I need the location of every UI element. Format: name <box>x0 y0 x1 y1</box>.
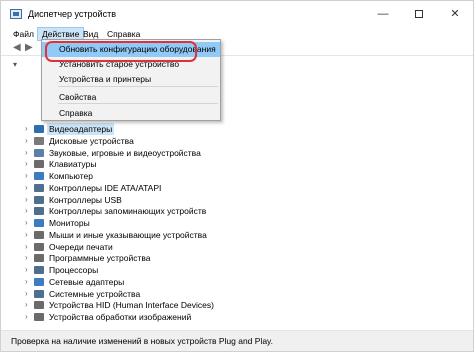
mouse-icon <box>34 230 44 239</box>
tree-item-label: Процессоры <box>49 265 99 275</box>
keyboard-icon <box>34 160 44 169</box>
menu-item-devices-and-printers[interactable]: Устройства и принтеры <box>42 72 220 87</box>
tree-item-label: Очереди печати <box>49 241 113 252</box>
monitor-icon <box>34 219 44 227</box>
tree-item-label: Программные устройства <box>49 253 151 264</box>
software-device-icon <box>34 254 44 263</box>
tree-item-label: Контроллеры запоминающих устройств <box>49 206 207 217</box>
menu-file[interactable]: Файл <box>9 27 38 41</box>
device-manager-icon <box>10 9 22 19</box>
tree-item-label: Дисковые устройства <box>49 135 134 146</box>
expand-chevron-icon[interactable]: › <box>25 194 28 206</box>
forward-arrow-icon[interactable]: ▶ <box>25 43 33 53</box>
expand-chevron-icon[interactable]: › <box>25 182 28 194</box>
status-bar: Проверка на наличие изменений в новых ус… <box>1 330 473 351</box>
expand-chevron-icon[interactable]: › <box>25 135 28 147</box>
tree-item-label: Мыши и иные указывающие устройства <box>49 229 207 240</box>
storage-controller-icon <box>34 207 44 216</box>
device-manager-window: Диспетчер устройств — ✕ Файл Действие Ви… <box>0 0 474 352</box>
speaker-icon <box>34 148 44 157</box>
tree-item-label: Звуковые, игровые и видеоустройства <box>49 147 201 158</box>
processor-icon <box>34 266 44 274</box>
expand-chevron-icon[interactable]: › <box>25 229 28 241</box>
expand-chevron-icon[interactable]: › <box>25 311 28 323</box>
tree-item-label: Компьютер <box>49 171 93 181</box>
hid-icon <box>34 301 44 310</box>
window-title: Диспетчер устройств <box>28 9 116 19</box>
menu-separator <box>58 103 218 104</box>
expand-chevron-icon[interactable]: › <box>25 123 28 135</box>
ide-controller-icon <box>34 183 44 192</box>
expand-chevron-icon[interactable]: › <box>25 288 28 300</box>
tree-item-label: Устройства HID (Human Interface Devices) <box>49 300 214 311</box>
tree-item-label: Контроллеры IDE ATA/ATAPI <box>49 182 162 193</box>
highlight-annotation <box>45 41 197 62</box>
tree-item-label: Мониторы <box>49 218 90 228</box>
usb-controller-icon <box>34 195 44 204</box>
expand-chevron-icon[interactable]: › <box>25 252 28 264</box>
disk-drive-icon <box>34 136 44 145</box>
tree-item-label: Клавиатуры <box>49 159 97 170</box>
expand-chevron-icon[interactable]: › <box>25 147 28 159</box>
expand-chevron-icon[interactable]: › <box>25 276 28 288</box>
expand-chevron-icon[interactable]: › <box>25 205 28 217</box>
expand-chevron-icon[interactable]: › <box>25 158 28 170</box>
expand-chevron-icon[interactable]: › <box>25 170 28 182</box>
menu-separator <box>58 86 218 87</box>
close-button[interactable]: ✕ <box>437 1 473 27</box>
maximize-button[interactable] <box>401 1 437 27</box>
tree-item-label: Устройства обработки изображений <box>49 312 192 322</box>
computer-icon <box>34 172 44 180</box>
minimize-button[interactable]: — <box>365 1 401 27</box>
tree-item-label: Сетевые адаптеры <box>49 276 125 287</box>
title-bar[interactable]: Диспетчер устройств — ✕ <box>1 1 473 27</box>
expand-arrow-icon[interactable]: ▾ <box>13 60 17 69</box>
expand-chevron-icon[interactable]: › <box>25 264 28 276</box>
network-adapter-icon <box>34 277 44 286</box>
expand-chevron-icon[interactable]: › <box>25 217 28 229</box>
system-device-icon <box>34 289 44 298</box>
tree-item-label: Контроллеры USB <box>49 194 122 205</box>
maximize-icon <box>415 10 423 19</box>
back-arrow-icon[interactable]: ◀ <box>13 43 21 53</box>
expand-chevron-icon[interactable]: › <box>25 241 28 253</box>
status-text: Проверка на наличие изменений в новых ус… <box>11 336 274 346</box>
camera-icon <box>34 313 44 321</box>
display-adapter-icon <box>34 125 44 133</box>
printer-icon <box>34 242 44 251</box>
menu-item-help[interactable]: Справка <box>42 106 220 121</box>
tree-item-label: Системные устройства <box>49 288 141 299</box>
expand-chevron-icon[interactable]: › <box>25 299 28 311</box>
tree-item-label: Видеоадаптеры <box>47 123 115 135</box>
